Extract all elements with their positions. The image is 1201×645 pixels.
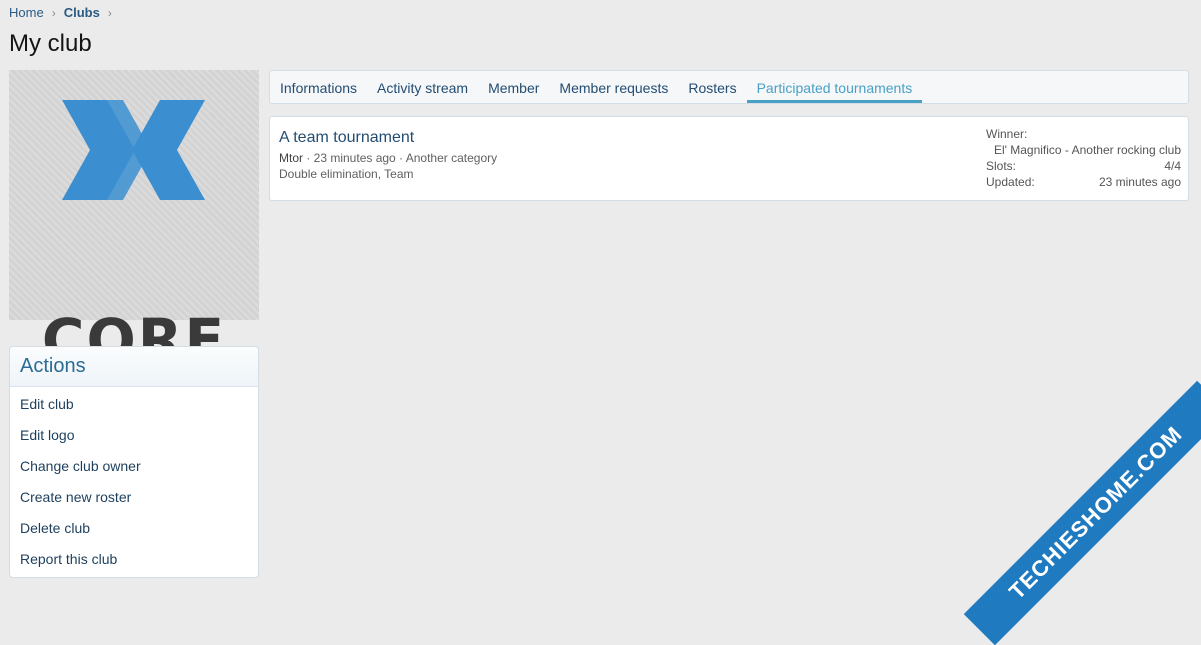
breadcrumb-home[interactable]: Home bbox=[9, 5, 44, 20]
winner-value[interactable]: El' Magnifico - Another rocking club bbox=[994, 143, 1181, 159]
tournament-author-link[interactable]: Mtor bbox=[279, 151, 303, 165]
tab-member-requests[interactable]: Member requests bbox=[549, 71, 678, 103]
change-club-owner-link[interactable]: Change club owner bbox=[10, 451, 258, 482]
breadcrumb-separator: › bbox=[51, 5, 56, 20]
winner-label: Winner: bbox=[986, 127, 1028, 141]
tournament-meta-text: · 23 minutes ago · Another category bbox=[303, 151, 498, 165]
tournament-tags: Double elimination, Team bbox=[279, 167, 414, 181]
edit-club-link[interactable]: Edit club bbox=[10, 389, 258, 420]
breadcrumb: Home › Clubs › bbox=[9, 5, 120, 20]
watermark-banner: TECHIESHOME.COM bbox=[963, 380, 1201, 645]
tab-rosters[interactable]: Rosters bbox=[678, 71, 746, 103]
tournament-stats: Winner: El' Magnifico - Another rocking … bbox=[986, 127, 1181, 191]
tab-activity-stream[interactable]: Activity stream bbox=[367, 71, 478, 103]
tournament-item: A team tournament Mtor · 23 minutes ago … bbox=[269, 116, 1189, 201]
breadcrumb-separator: › bbox=[107, 5, 112, 20]
club-tabs: Informations Activity stream Member Memb… bbox=[269, 70, 1189, 104]
report-club-link[interactable]: Report this club bbox=[10, 544, 258, 575]
tab-participated-tournaments[interactable]: Participated tournaments bbox=[746, 71, 923, 103]
create-new-roster-link[interactable]: Create new roster bbox=[10, 482, 258, 513]
tab-informations[interactable]: Informations bbox=[270, 71, 367, 103]
edit-logo-link[interactable]: Edit logo bbox=[10, 420, 258, 451]
page-title: My club bbox=[9, 30, 92, 57]
club-logo: CORE bbox=[9, 70, 259, 374]
tournament-title-link[interactable]: A team tournament bbox=[279, 129, 414, 147]
delete-club-link[interactable]: Delete club bbox=[10, 513, 258, 544]
core-logo-icon bbox=[62, 100, 205, 200]
breadcrumb-clubs[interactable]: Clubs bbox=[64, 5, 100, 20]
tab-member[interactable]: Member bbox=[478, 71, 549, 103]
slots-label: Slots: bbox=[986, 159, 1017, 173]
actions-list: Edit club Edit logo Change club owner Cr… bbox=[10, 387, 258, 575]
actions-panel: Actions Edit club Edit logo Change club … bbox=[9, 346, 259, 578]
slots-value: 4/4 bbox=[1164, 159, 1181, 173]
tournament-meta: Mtor · 23 minutes ago · Another category bbox=[279, 151, 497, 165]
updated-label: Updated: bbox=[986, 175, 1035, 189]
actions-title: Actions bbox=[10, 347, 258, 387]
updated-value: 23 minutes ago bbox=[1098, 175, 1181, 189]
